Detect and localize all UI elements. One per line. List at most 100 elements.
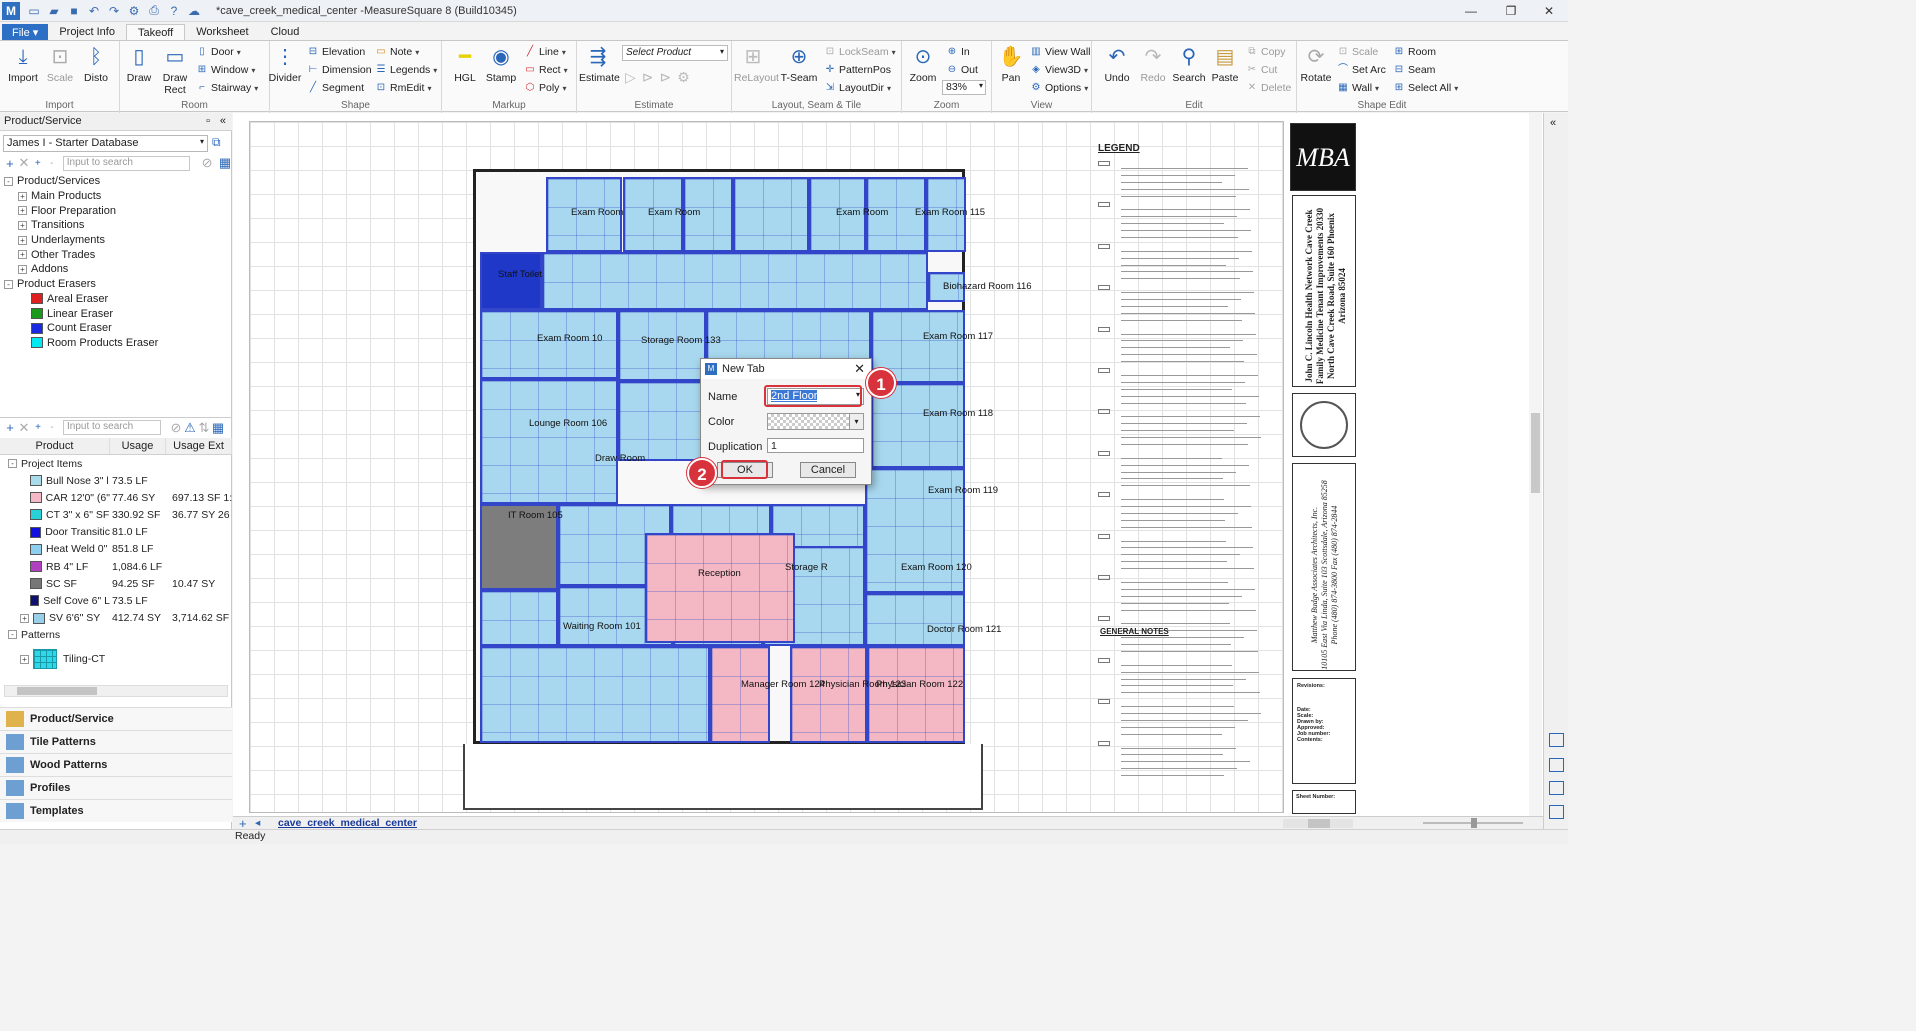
room-area[interactable] [865,593,965,646]
tab-takeoff[interactable]: Takeoff [125,24,186,40]
delete-button[interactable]: ✕ Delete [1246,80,1292,96]
side-tool-4-icon[interactable] [1549,805,1564,819]
room-area[interactable] [480,310,618,379]
tree-node[interactable]: Linear Eraser [4,306,158,321]
remove-icon[interactable]: ✕ [17,155,31,171]
table-row[interactable]: Self Cove 6" L 73.5 LF [0,592,232,609]
room-area[interactable] [542,252,928,310]
room-area[interactable] [480,252,542,310]
table-row[interactable]: CAR 12'0" (6" 77.46 SY 697.13 SF 1: [0,489,232,506]
settings-gear-icon[interactable]: ⚙ [126,3,142,19]
window-button[interactable]: ⊞ Window ▾ [196,62,256,78]
prev-sheet-icon[interactable]: ◂ [255,817,260,829]
search-button[interactable]: ⚲ Search [1170,44,1208,96]
disto-button[interactable]: ᛒ Disto [77,44,115,96]
note-button[interactable]: ▭ Note ▾ [375,44,419,60]
select-product-dropdown[interactable]: Select Product ▾ [622,45,728,61]
zoom-out-button[interactable]: ⊖ Out [946,62,978,78]
warning-icon[interactable]: ⚠ [183,420,197,436]
poly-button[interactable]: ⬡ Poly ▾ [524,80,567,96]
tab-worksheet[interactable]: Worksheet [185,24,259,40]
zoom-button[interactable]: ⊙ Zoom [904,44,942,96]
tree-node[interactable]: - Product Erasers [4,277,158,292]
minimize-button[interactable]: — [1452,0,1490,22]
room-area[interactable] [480,646,710,743]
room-area[interactable] [790,646,867,743]
tree-node[interactable]: Room Products Eraser [4,336,158,351]
rotate-button[interactable]: ⟳ Rotate [1297,44,1335,96]
help-icon[interactable]: ? [166,3,182,19]
expand-toggle-icon[interactable]: + [18,206,27,216]
view-wall-button[interactable]: ▥ View Wall [1030,44,1090,60]
grid-view-icon[interactable]: ▦ [218,155,232,171]
lockseam-button[interactable]: ⊡ LockSeam ▾ [824,44,896,60]
nav-wood-patterns[interactable]: Wood Patterns [0,753,232,776]
room-select-button[interactable]: ⊞ Room [1393,44,1436,60]
room-area[interactable] [480,379,618,504]
set-arc-button[interactable]: ⌒ Set Arc [1337,62,1386,78]
options-button[interactable]: ⚙ Options ▾ [1030,80,1089,96]
expand-toggle-icon[interactable]: + [20,613,29,623]
new-file-icon[interactable]: ▭ [26,3,42,19]
draw-button[interactable]: ▯ Draw [120,44,158,96]
table-row[interactable]: RB 4" LF 1,084.6 LF [0,558,232,575]
expand-toggle-icon[interactable]: - [4,279,13,289]
items-grid-icon[interactable]: ▦ [211,420,225,436]
tree-node[interactable]: + Other Trades [4,247,158,262]
rmedit-button[interactable]: ⊡ RmEdit ▾ [375,80,432,96]
nav-tile-patterns[interactable]: Tile Patterns [0,730,232,753]
room-area[interactable] [733,177,809,252]
undo-icon[interactable]: ↶ [86,3,102,19]
expand-toggle-icon[interactable]: + [18,250,27,260]
seam-select-button[interactable]: ⊟ Seam [1393,62,1436,78]
draw-rect-button[interactable]: ▭ Draw Rect [156,44,194,96]
clear-search-icon[interactable]: ⊘ [200,155,214,171]
print-icon[interactable]: ⎙ [146,3,162,19]
divider-button[interactable]: ⋮ Divider [266,44,304,96]
tree-node[interactable]: + Underlayments [4,233,158,248]
expand-toggle-icon[interactable]: + [18,220,27,230]
stairway-button[interactable]: ⌐ Stairway ▾ [196,80,258,96]
column-usage[interactable]: Usage [110,438,166,454]
tree-node[interactable]: + Main Products [4,189,158,204]
legends-button[interactable]: ☰ Legends ▾ [375,62,438,78]
sheet-tab-active[interactable]: cave_creek_medical_center [278,817,417,829]
expand-toggle-icon[interactable]: + [18,235,27,245]
sort-icon[interactable]: ⇅ [197,420,211,436]
remove-item-icon[interactable]: ✕ [17,420,31,436]
elevation-button[interactable]: ⊟ Elevation [307,44,365,60]
scale-button[interactable]: ⊡ Scale [41,44,79,96]
open-folder-icon[interactable]: ▰ [46,3,62,19]
undo-button[interactable]: ↶ Undo [1098,44,1136,96]
estimate-button[interactable]: ⇶ Estimate [579,44,620,96]
tree-node[interactable]: + Addons [4,262,158,277]
project-items-row[interactable]: - Project Items [0,455,232,472]
database-dropdown[interactable]: James I - Starter Database ▾ [3,135,208,152]
cancel-button[interactable]: Cancel [800,462,856,478]
clear-items-search-icon[interactable]: ⊘ [169,420,183,436]
wall-button[interactable]: ▦ Wall ▾ [1337,80,1379,96]
file-menu[interactable]: File ▾ [2,24,49,40]
select-all-button[interactable]: ⊞ Select All ▾ [1393,80,1458,96]
tree-node[interactable]: Areal Eraser [4,292,158,307]
room-area[interactable] [710,646,770,743]
expand-toggle-icon[interactable]: + [18,191,27,201]
restore-button[interactable]: ❐ [1492,0,1530,22]
view3d-button[interactable]: ◈ View3D ▾ [1030,62,1088,78]
pan-button[interactable]: ✋ Pan [992,44,1030,96]
nav-templates[interactable]: Templates [0,799,232,822]
nav-profiles[interactable]: Profiles [0,776,232,799]
minus-item-icon[interactable]: - [45,422,59,433]
expand-toggle-icon[interactable]: + [18,264,27,274]
zoom-in-button[interactable]: ⊕ In [946,44,970,60]
table-row[interactable]: Bull Nose 3" l 73.5 LF [0,472,232,489]
door-button[interactable]: ▯ Door ▾ [196,44,241,60]
duplication-input[interactable]: 1 [767,438,864,453]
room-area[interactable] [867,646,965,743]
items-search-input[interactable]: Input to search [63,420,161,435]
table-row[interactable]: Door Transitic 81.0 LF [0,524,232,541]
horizontal-scrollbar[interactable] [4,685,228,697]
table-row[interactable]: SC SF 94.25 SF 10.47 SY [0,575,232,592]
dimension-button[interactable]: ⊢ Dimension [307,62,372,78]
nav-product-service[interactable]: Product/Service [0,707,232,730]
